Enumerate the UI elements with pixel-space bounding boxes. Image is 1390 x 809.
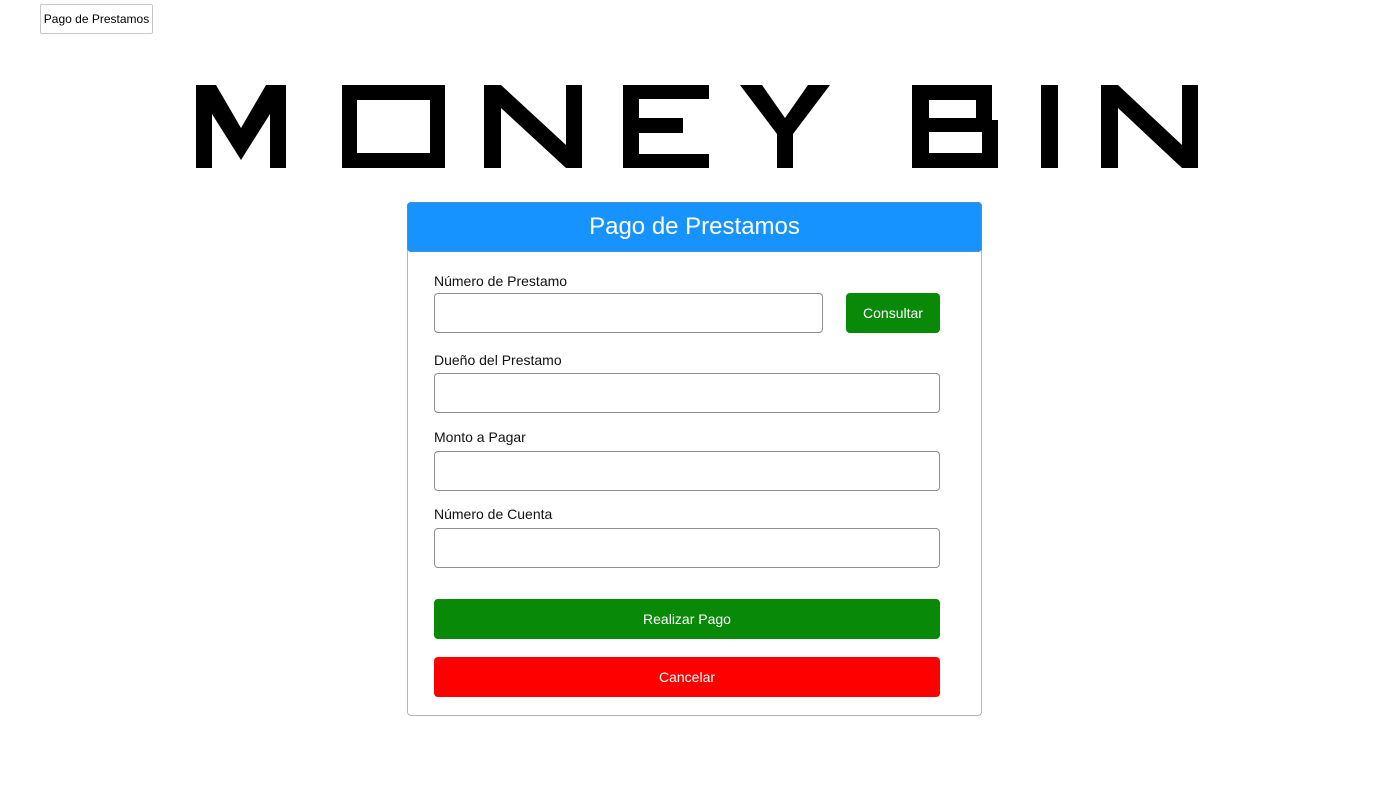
money-bin-logo [196, 85, 1198, 168]
account-number-input[interactable] [434, 528, 940, 568]
consult-button[interactable]: Consultar [846, 293, 940, 333]
amount-input[interactable] [434, 451, 940, 491]
loan-number-input[interactable] [434, 293, 823, 333]
cancel-button[interactable]: Cancelar [434, 657, 940, 697]
card-title: Pago de Prestamos [407, 202, 982, 252]
amount-label: Monto a Pagar [434, 429, 526, 445]
loan-payment-card: Pago de Prestamos Número de Prestamo Con… [407, 202, 982, 716]
loan-number-label: Número de Prestamo [434, 273, 568, 289]
account-number-label: Número de Cuenta [434, 506, 553, 522]
page-tab[interactable]: Pago de Prestamos [40, 4, 153, 34]
loan-owner-input[interactable] [434, 373, 940, 413]
loan-owner-label: Dueño del Prestamo [434, 352, 562, 368]
pay-button[interactable]: Realizar Pago [434, 599, 940, 639]
